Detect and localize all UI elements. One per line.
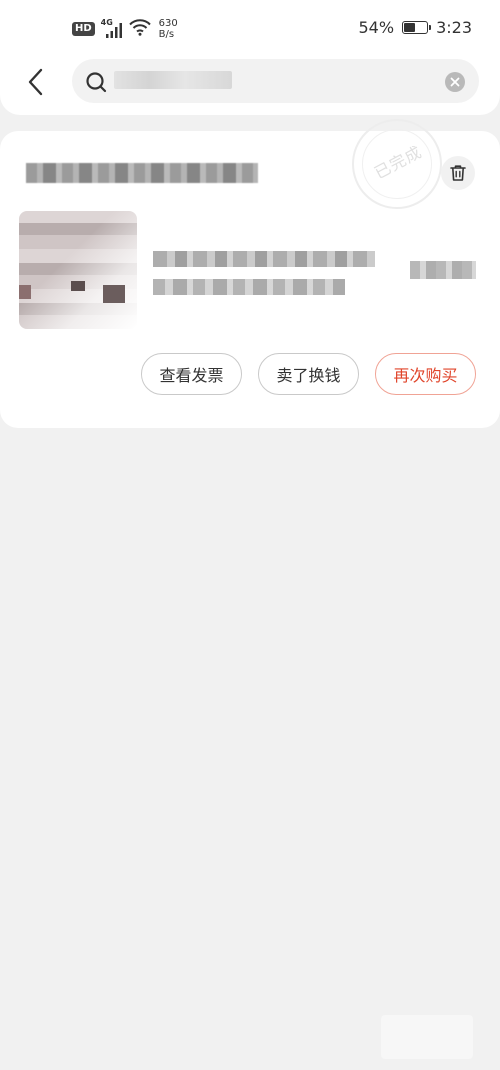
- battery-fill: [404, 23, 416, 32]
- product-image-detail: [71, 281, 85, 291]
- network-speed-value: 630: [158, 18, 178, 29]
- battery-percent: 54%: [358, 18, 395, 37]
- order-actions: 查看发票 卖了换钱 再次购买: [141, 353, 476, 395]
- product-image-detail: [103, 285, 125, 303]
- battery-icon: [402, 21, 432, 34]
- search-bar[interactable]: [72, 59, 479, 103]
- status-bar: HD 4G 630 B/s 54% 3:23: [0, 0, 500, 56]
- hd-badge: HD: [72, 22, 95, 36]
- search-icon: [86, 72, 107, 93]
- clear-icon: [450, 77, 460, 87]
- product-title-redacted[interactable]: [153, 251, 375, 267]
- wifi-icon: [128, 18, 151, 40]
- order-card[interactable]: 已完成 查看发票 卖了换钱 再次购买: [0, 119, 500, 428]
- floating-overlay: [381, 1015, 473, 1059]
- signal-icon: 4G: [101, 19, 123, 39]
- status-bar-right: 54% 3:23: [359, 18, 473, 37]
- status-bar-left: HD 4G 630 B/s: [72, 16, 178, 42]
- shop-name-redacted[interactable]: [26, 163, 258, 183]
- product-image-detail: [19, 285, 31, 299]
- product-price-redacted: [410, 261, 476, 279]
- search-input[interactable]: [112, 65, 432, 97]
- completed-stamp: 已完成: [352, 119, 442, 209]
- sell-for-cash-button[interactable]: 卖了换钱: [258, 353, 359, 395]
- network-speed-unit: B/s: [158, 29, 175, 40]
- search-header: [0, 56, 500, 115]
- product-image[interactable]: [19, 211, 137, 329]
- back-button[interactable]: [14, 62, 58, 102]
- product-title-redacted-line2[interactable]: [153, 279, 345, 295]
- buy-again-button[interactable]: 再次购买: [375, 353, 476, 395]
- chevron-left-icon: [28, 68, 43, 96]
- clear-search-button[interactable]: [445, 72, 465, 92]
- network-speed: 630 B/s: [159, 18, 178, 40]
- view-invoice-button[interactable]: 查看发票: [141, 353, 242, 395]
- trash-icon: [450, 165, 466, 181]
- delete-order-button[interactable]: [441, 156, 475, 190]
- clock: 3:23: [436, 18, 472, 37]
